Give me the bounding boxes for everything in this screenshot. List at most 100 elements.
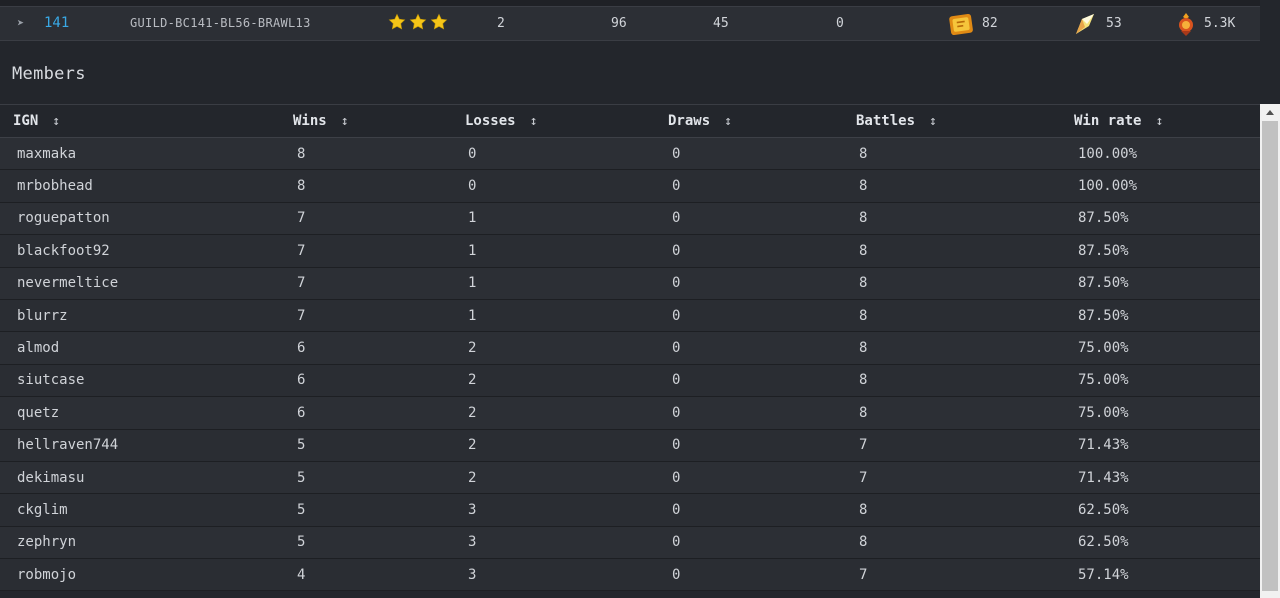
member-losses: 2 xyxy=(465,364,668,398)
star-rating xyxy=(388,13,448,31)
table-row[interactable]: dekimasu 5 2 0 7 71.43% xyxy=(0,461,1260,495)
column-header-ign[interactable]: IGN ↕ xyxy=(0,105,293,138)
column-header-wins[interactable]: Wins ↕ xyxy=(293,105,465,138)
table-row[interactable]: almod 6 2 0 8 75.00% xyxy=(0,331,1260,365)
table-row[interactable]: roguepatton 7 1 0 8 87.50% xyxy=(0,202,1260,236)
table-header-row: IGN ↕ Wins ↕ Losses ↕ Draws ↕ Battles ↕ Win r… xyxy=(0,105,1260,138)
table-row[interactable]: mrbobhead 8 0 0 8 100.00% xyxy=(0,169,1260,203)
member-draws: 0 xyxy=(668,364,856,398)
member-losses: 3 xyxy=(465,558,668,592)
merits-crate-icon xyxy=(949,13,973,35)
page: ➤ 141 GUILD-BC141-BL56-BRAWL13 2 96 45 0… xyxy=(0,0,1280,598)
member-draws: 0 xyxy=(668,137,856,171)
member-win-rate: 100.00% xyxy=(1074,169,1260,203)
table-row[interactable]: nevermeltice 7 1 0 8 87.50% xyxy=(0,267,1260,300)
member-losses: 2 xyxy=(465,396,668,430)
member-losses: 1 xyxy=(465,234,668,268)
member-draws: 0 xyxy=(668,331,856,365)
member-losses: 1 xyxy=(465,267,668,300)
column-header-label: IGN xyxy=(13,113,39,129)
column-header-losses[interactable]: Losses ↕ xyxy=(465,105,668,138)
member-ign: blurrz xyxy=(0,299,293,333)
member-win-rate: 62.50% xyxy=(1074,493,1260,527)
resource-merits-value: 82 xyxy=(982,16,998,31)
member-wins: 4 xyxy=(293,558,465,592)
table-row[interactable]: blurrz 7 1 0 8 87.50% xyxy=(0,299,1260,333)
member-win-rate: 71.43% xyxy=(1074,461,1260,495)
resource-energy: 53 xyxy=(1072,7,1122,40)
star-icon xyxy=(409,13,427,30)
table-row[interactable]: zephryn 5 3 0 8 62.50% xyxy=(0,526,1260,560)
sort-icon[interactable]: ↕ xyxy=(724,114,732,129)
member-win-rate: 75.00% xyxy=(1074,331,1260,365)
member-wins: 6 xyxy=(293,364,465,398)
member-draws: 0 xyxy=(668,234,856,268)
table-row[interactable]: ckglim 5 3 0 8 62.50% xyxy=(0,493,1260,527)
round-link[interactable]: 141 xyxy=(44,7,69,40)
member-win-rate: 75.00% xyxy=(1074,396,1260,430)
member-battles: 8 xyxy=(856,267,1074,300)
brawl-summary-row[interactable]: ➤ 141 GUILD-BC141-BL56-BRAWL13 2 96 45 0… xyxy=(0,6,1280,41)
member-ign: almod xyxy=(0,331,293,365)
guild-id: GUILD-BC141-BL56-BRAWL13 xyxy=(130,16,311,30)
summary-stat-2: 96 xyxy=(611,16,627,31)
member-win-rate: 57.14% xyxy=(1074,558,1260,592)
page-edge xyxy=(1260,0,1280,104)
table-row[interactable]: quetz 6 2 0 8 75.00% xyxy=(0,396,1260,430)
member-ign: zephryn xyxy=(0,526,293,560)
sort-icon[interactable]: ↕ xyxy=(530,114,538,129)
member-battles: 7 xyxy=(856,429,1074,462)
member-draws: 0 xyxy=(668,461,856,495)
member-win-rate: 87.50% xyxy=(1074,234,1260,268)
resource-energy-value: 53 xyxy=(1106,16,1122,31)
members-table-body: maxmaka 8 0 0 8 100.00% mrbobhead 8 0 0 8 100.00% ro… xyxy=(0,137,1260,592)
member-losses: 2 xyxy=(465,331,668,365)
member-draws: 0 xyxy=(668,396,856,430)
scrollbar-thumb[interactable] xyxy=(1262,121,1278,591)
scroll-up-arrow-icon[interactable] xyxy=(1260,104,1280,121)
column-header-battles[interactable]: Battles ↕ xyxy=(856,105,1074,138)
member-ign: robmojo xyxy=(0,558,293,592)
member-battles: 7 xyxy=(856,461,1074,495)
member-ign: maxmaka xyxy=(0,137,293,171)
member-ign: quetz xyxy=(0,396,293,430)
star-icon xyxy=(388,13,406,30)
table-row[interactable]: maxmaka 8 0 0 8 100.00% xyxy=(0,137,1260,171)
sort-icon[interactable]: ↕ xyxy=(929,114,937,129)
member-draws: 0 xyxy=(668,429,856,462)
member-ign: blackfoot92 xyxy=(0,234,293,268)
member-draws: 0 xyxy=(668,526,856,560)
star-icon xyxy=(430,13,448,30)
column-header-win-rate[interactable]: Win rate ↕ xyxy=(1074,105,1260,138)
member-ign: ckglim xyxy=(0,493,293,527)
expand-chevron-icon[interactable]: ➤ xyxy=(17,7,24,40)
member-losses: 2 xyxy=(465,461,668,495)
sort-icon[interactable]: ↕ xyxy=(341,114,349,129)
member-battles: 8 xyxy=(856,202,1074,236)
column-header-draws[interactable]: Draws ↕ xyxy=(668,105,856,138)
summary-stat-3: 45 xyxy=(713,16,729,31)
table-row[interactable]: hellraven744 5 2 0 7 71.43% xyxy=(0,429,1260,462)
table-row[interactable]: robmojo 4 3 0 7 57.14% xyxy=(0,558,1260,592)
column-header-label: Win rate xyxy=(1074,113,1142,129)
member-draws: 0 xyxy=(668,169,856,203)
member-battles: 8 xyxy=(856,331,1074,365)
sort-icon[interactable]: ↕ xyxy=(52,114,60,129)
member-wins: 7 xyxy=(293,267,465,300)
column-header-label: Wins xyxy=(293,113,327,129)
table-row[interactable]: blackfoot92 7 1 0 8 87.50% xyxy=(0,234,1260,268)
member-ign: dekimasu xyxy=(0,461,293,495)
member-win-rate: 87.50% xyxy=(1074,267,1260,300)
member-win-rate: 87.50% xyxy=(1074,299,1260,333)
vertical-scrollbar[interactable] xyxy=(1260,104,1280,598)
table-row[interactable]: siutcase 6 2 0 8 75.00% xyxy=(0,364,1260,398)
member-win-rate: 75.00% xyxy=(1074,364,1260,398)
member-ign: siutcase xyxy=(0,364,293,398)
member-battles: 8 xyxy=(856,137,1074,171)
member-draws: 0 xyxy=(668,299,856,333)
member-wins: 7 xyxy=(293,234,465,268)
sort-icon[interactable]: ↕ xyxy=(1155,114,1163,129)
member-losses: 3 xyxy=(465,493,668,527)
member-win-rate: 71.43% xyxy=(1074,429,1260,462)
member-win-rate: 100.00% xyxy=(1074,137,1260,171)
